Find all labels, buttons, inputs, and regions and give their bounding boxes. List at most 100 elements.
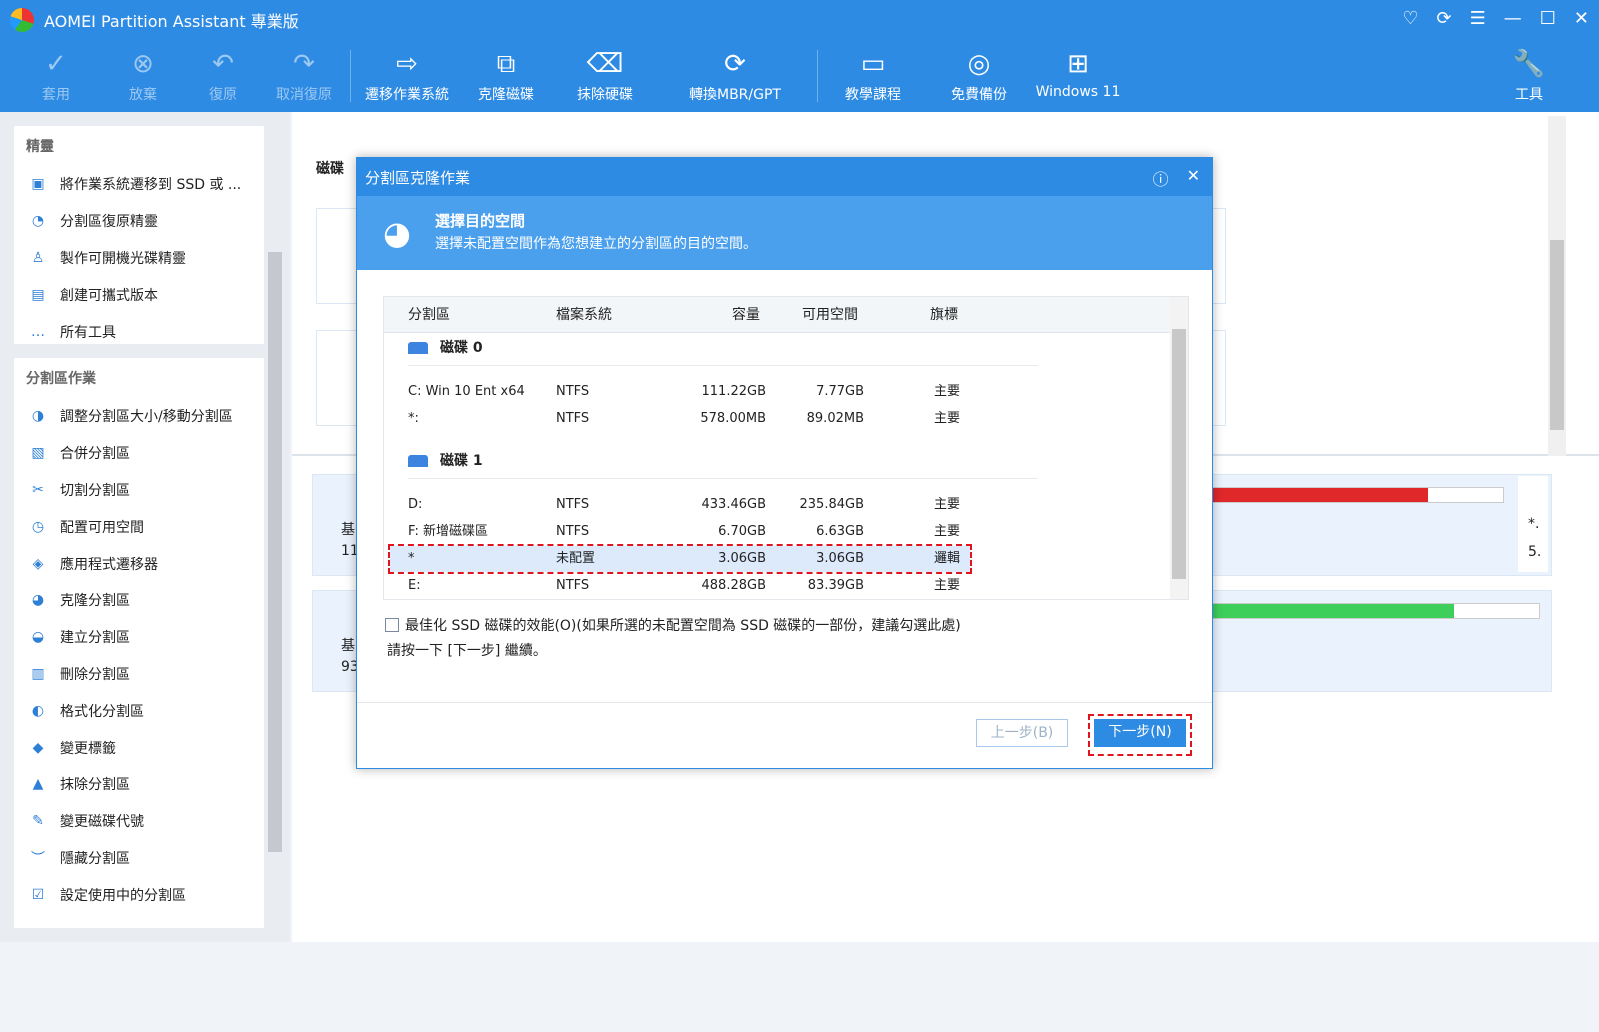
toolbar-label: 抹除硬碟 — [577, 87, 633, 103]
back-button[interactable]: 上一步(B) — [976, 719, 1068, 747]
toolbar-icon: ✓ — [45, 49, 67, 79]
sidebar-item[interactable]: ◔ 分割區復原精靈 — [14, 203, 264, 240]
table-row[interactable]: * 未配置 3.06GB 3.06GB 邏輯 — [388, 544, 972, 574]
toolbar-button-9[interactable]: ◎ 免費備份 — [929, 46, 1029, 104]
sidebar: 精靈 ▣ 將作業系統遷移到 SSD 或 ... ◔ 分割區復原精靈 ♙ 製作可開機光碟精靈… — [0, 112, 290, 942]
cell-free: 89.02MB — [806, 411, 864, 426]
minimize-button[interactable]: — — [1504, 8, 1522, 29]
cell-free: 3.06GB — [816, 551, 864, 566]
toolbar-button-7[interactable]: ⟳ 轉換MBR/GPT — [685, 46, 785, 104]
sidebar-item[interactable]: ◷ 配置可用空間 — [14, 508, 264, 545]
sidebar-item-icon: ♙ — [31, 249, 45, 266]
toolbar-button-4[interactable]: ⇨ 遷移作業系統 — [357, 46, 457, 104]
next-button[interactable]: 下一步(N) — [1094, 719, 1186, 747]
toolbar-icon: ▭ — [860, 49, 886, 79]
toolbar-button-5[interactable]: ⧉ 克隆磁碟 — [456, 46, 556, 104]
table-row[interactable]: D: NTFS 433.46GB 235.84GB 主要 — [390, 492, 970, 518]
sidebar-item[interactable]: ◆ 變更標籤 — [14, 729, 264, 766]
sidebar-item[interactable]: ◑ 調整分割區大小/移動分割區 — [14, 398, 264, 435]
sidebar-item[interactable]: ♙ 製作可開機光碟精靈 — [14, 240, 264, 277]
table-scrollbar[interactable] — [1170, 297, 1188, 599]
col-free[interactable]: 可用空間 — [802, 297, 858, 333]
cell-flag: 主要 — [933, 524, 960, 539]
sidebar-item-label: 刪除分割區 — [60, 666, 130, 683]
table-row[interactable]: F: 新增磁碟區 NTFS 6.70GB 6.63GB 主要 — [390, 519, 970, 545]
toolbar-button-10[interactable]: ⊞ Windows 11 — [1028, 46, 1128, 100]
table-row[interactable]: *: NTFS 578.00MB 89.02MB 主要 — [390, 406, 970, 432]
cell-capacity: 111.22GB — [701, 384, 766, 399]
partition-size: 5. — [1528, 544, 1542, 560]
sidebar-item[interactable]: ✂ 切割分割區 — [14, 472, 264, 509]
ssd-optimize-checkbox[interactable]: 最佳化 SSD 磁碟的效能(O)(如果所選的未配置空間為 SSD 磁碟的一部份，… — [385, 615, 961, 635]
sidebar-item-icon: ◆ — [32, 739, 44, 756]
toolbar-button-8[interactable]: ▭ 教學課程 — [823, 46, 923, 104]
partition-clone-dialog: 分割區克隆作業 ⓘ ✕ ◕ 選擇目的空間 選擇未配置空間作為您想建立的分割區的目的… — [356, 157, 1213, 769]
toolbar-label: 克隆磁碟 — [478, 87, 534, 103]
sidebar-item-icon: ◔ — [31, 213, 45, 230]
main-scrollbar[interactable] — [1548, 116, 1566, 456]
toolbar-icon: ⟳ — [724, 49, 746, 79]
sidebar-item[interactable]: ◈ 應用程式遷移器 — [14, 545, 264, 582]
refresh-icon[interactable]: ⟳ — [1437, 8, 1452, 29]
cell-partition: F: 新增磁碟區 — [408, 524, 488, 539]
sidebar-item[interactable]: ◒ 建立分割區 — [14, 619, 264, 656]
sidebar-item[interactable]: ◕ 克隆分割區 — [14, 582, 264, 619]
sidebar-item-icon: ▧ — [31, 445, 45, 462]
cell-filesystem: NTFS — [556, 524, 590, 539]
step-title: 選擇目的空間 — [435, 212, 526, 230]
cell-flag: 邏輯 — [933, 551, 960, 566]
disk-header[interactable]: 磁碟 1 — [408, 450, 483, 470]
table-row[interactable]: E: NTFS 488.28GB 83.39GB 主要 — [390, 573, 970, 599]
sidebar-item[interactable]: ︶ 隱藏分割區 — [14, 840, 264, 877]
toolbar-button-3[interactable]: ↷ 取消復原 — [254, 46, 354, 104]
toolbar-button-0[interactable]: ✓ 套用 — [6, 46, 106, 104]
sidebar-item[interactable]: ▧ 合併分割區 — [14, 435, 264, 472]
toolbar-button-6[interactable]: ⌫ 抹除硬碟 — [555, 46, 655, 104]
table-row[interactable]: C: Win 10 Ent x64 NTFS 111.22GB 7.77GB 主… — [390, 379, 970, 405]
sidebar-item[interactable]: ☑ 設定使用中的分割區 — [14, 876, 264, 913]
cell-flag: 主要 — [933, 411, 960, 426]
sidebar-item[interactable]: ▤ 創建可攜式版本 — [14, 276, 264, 313]
toolbar-button-11[interactable]: 🔧 工具 — [1479, 46, 1579, 104]
close-button[interactable]: ✕ — [1574, 8, 1589, 29]
sidebar-item-label: 切割分割區 — [60, 482, 130, 499]
help-icon[interactable]: ⓘ — [1153, 166, 1169, 190]
sidebar-item-icon: ▣ — [31, 176, 45, 193]
sidebar-scrollbar[interactable] — [266, 232, 284, 1032]
disk-icon — [408, 455, 428, 467]
sidebar-item-icon: ◷ — [31, 518, 45, 535]
sidebar-item[interactable]: ▥ 刪除分割區 — [14, 656, 264, 693]
sidebar-item-icon: ▲ — [32, 776, 44, 793]
sidebar-item-label: 設定使用中的分割區 — [60, 887, 186, 904]
cell-filesystem: NTFS — [556, 578, 590, 593]
col-filesystem[interactable]: 檔案系統 — [556, 297, 612, 333]
dialog-close-button[interactable]: ✕ — [1187, 166, 1200, 190]
sidebar-item-label: 變更標籤 — [60, 740, 116, 757]
toolbar-label: 遷移作業系統 — [365, 87, 449, 103]
menu-icon[interactable]: ☰ — [1470, 8, 1486, 29]
upgrade-icon[interactable]: ♡ — [1402, 8, 1418, 29]
sidebar-item[interactable]: … 所有工具 — [14, 313, 264, 350]
toolbar-icon: ↷ — [293, 49, 315, 79]
partition-table: 分割區 檔案系統 容量 可用空間 旗標 磁碟 0 C: Win 10 Ent x6… — [383, 296, 1189, 600]
cell-flag: 主要 — [933, 578, 960, 593]
disk-icon — [408, 342, 428, 354]
sidebar-item[interactable]: ◐ 格式化分割區 — [14, 692, 264, 729]
col-flag[interactable]: 旗標 — [930, 297, 958, 333]
sidebar-item[interactable]: ▣ 將作業系統遷移到 SSD 或 ... — [14, 166, 264, 203]
app-logo-icon — [10, 8, 34, 32]
cell-capacity: 578.00MB — [700, 411, 766, 426]
sidebar-item[interactable]: ✎ 變更磁碟代號 — [14, 803, 264, 840]
col-partition[interactable]: 分割區 — [408, 297, 450, 333]
sidebar-item-icon: ◐ — [31, 702, 45, 719]
disk-label: 基 — [341, 638, 355, 654]
hint-text: 請按一下 [下一步] 繼續。 — [387, 643, 547, 659]
title-bar: AOMEI Partition Assistant 專業版 ♡ ⟳ ☰ — ☐ … — [0, 0, 1599, 40]
sidebar-item-label: 隱藏分割區 — [60, 850, 130, 867]
disk-header[interactable]: 磁碟 0 — [408, 337, 483, 357]
sidebar-item[interactable]: ▲ 抹除分割區 — [14, 766, 264, 803]
sidebar-item-label: 分割區復原精靈 — [60, 214, 158, 231]
sidebar-item-icon: ▥ — [31, 665, 45, 682]
maximize-button[interactable]: ☐ — [1540, 8, 1556, 29]
col-capacity[interactable]: 容量 — [732, 297, 760, 333]
